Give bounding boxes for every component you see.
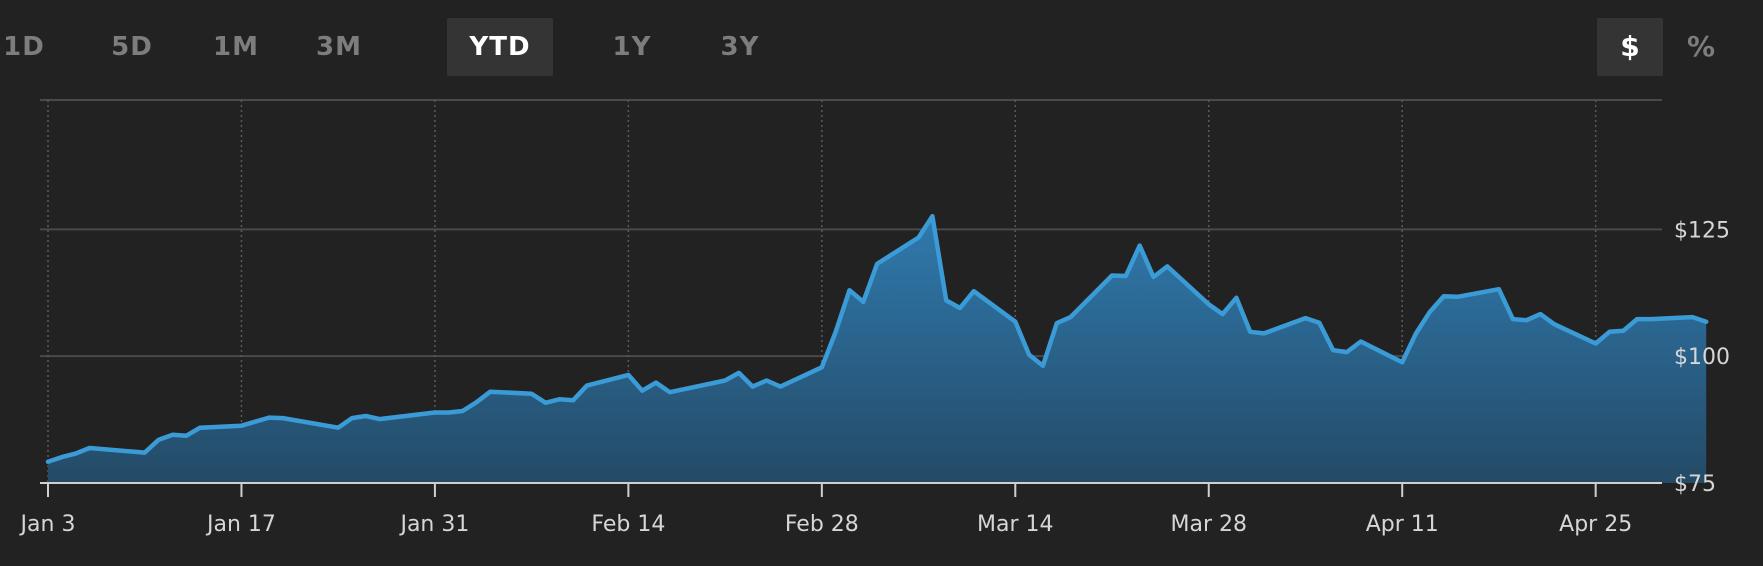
- x-tick-label: Feb 14: [591, 512, 665, 537]
- y-tick-label: $100: [1674, 345, 1730, 370]
- range-tab-1d[interactable]: 1D: [0, 18, 60, 76]
- dollar-toggle-button[interactable]: $: [1597, 18, 1663, 76]
- x-axis: Jan 3 Jan 17 Jan 31 Feb 14 Feb 28 Mar 14 Mar 2…: [19, 482, 1662, 537]
- x-tick-label: Mar 14: [977, 512, 1054, 537]
- price-area: [45, 213, 1709, 483]
- x-tick-label: Jan 3: [19, 512, 76, 537]
- x-tick-label: Jan 17: [205, 512, 276, 537]
- range-tab-1m[interactable]: 1M: [196, 18, 276, 76]
- x-tick-label: Apr 11: [1366, 512, 1439, 537]
- range-tab-1y[interactable]: 1Y: [592, 18, 672, 76]
- y-tick-label: $75: [1674, 472, 1716, 497]
- time-range-selector: 1D 5D 1M 3M YTD 1Y 3Y: [0, 18, 760, 76]
- x-tick-label: Apr 25: [1559, 512, 1632, 537]
- y-tick-label: $125: [1674, 218, 1730, 243]
- range-tab-ytd[interactable]: YTD: [447, 18, 553, 76]
- x-tick-label: Feb 28: [785, 512, 859, 537]
- price-chart[interactable]: Jan 3 Jan 17 Jan 31 Feb 14 Feb 28 Mar 14 Mar 2…: [0, 0, 1763, 566]
- range-tab-5d[interactable]: 5D: [92, 18, 172, 76]
- percent-toggle-button[interactable]: %: [1668, 18, 1734, 76]
- area-fill: [48, 216, 1707, 483]
- x-tick-label: Mar 28: [1171, 512, 1248, 537]
- x-tick-label: Jan 31: [398, 512, 469, 537]
- range-tab-3y[interactable]: 3Y: [700, 18, 780, 76]
- range-tab-3m[interactable]: 3M: [300, 18, 378, 76]
